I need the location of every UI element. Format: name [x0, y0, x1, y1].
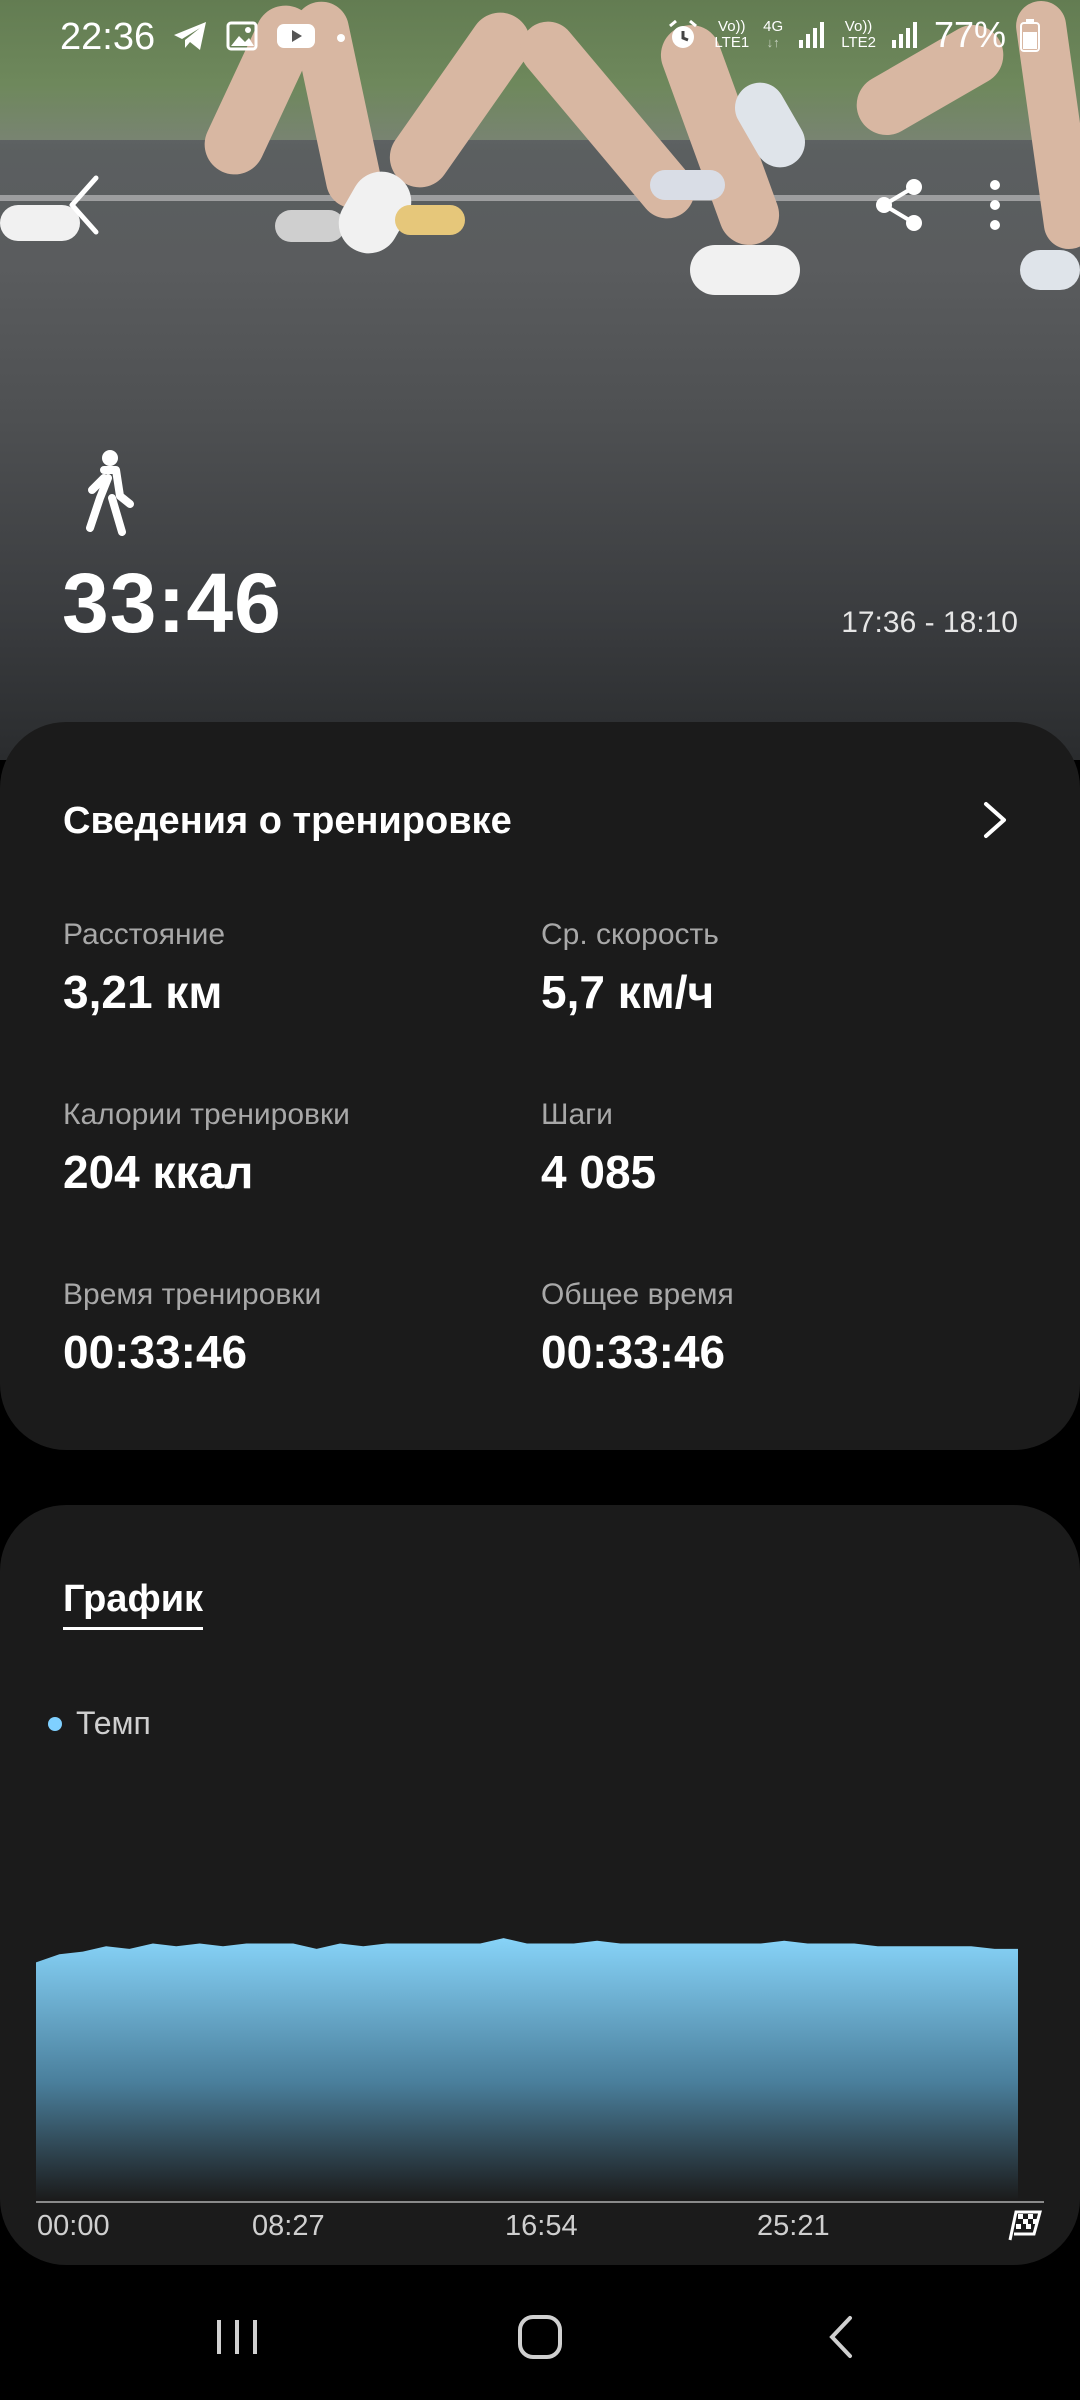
sim1-volte: Vo)): [718, 18, 746, 35]
chart-legend: Темп: [48, 1705, 151, 1742]
stat-value-distance: 3,21 км: [63, 966, 223, 1018]
status-indicators: Vo)) LTE1 4G ↓↑ Vo)) LTE2 77%: [666, 14, 1040, 56]
finish-flag-icon: [1008, 2210, 1042, 2241]
sim2-volte: Vo)): [844, 18, 873, 35]
youtube-icon: [277, 24, 315, 48]
signal-icon: [799, 22, 825, 48]
stat-value-steps: 4 085: [541, 1146, 657, 1198]
back-button[interactable]: [60, 170, 110, 240]
alarm-icon: [669, 19, 698, 48]
workout-details-title[interactable]: Сведения о тренировке: [63, 800, 512, 843]
system-navigation-bar: [0, 2272, 1080, 2400]
sim2-indicator: Vo)) LTE2: [841, 19, 876, 51]
runner-shoe: [690, 245, 800, 295]
network-type: 4G ↓↑: [763, 18, 784, 51]
stat-value-workout-time: 00:33:46: [63, 1326, 248, 1378]
chevron-right-icon[interactable]: [980, 798, 1010, 842]
chart-tab-title[interactable]: График: [63, 1578, 204, 1630]
battery-icon: [1020, 19, 1040, 52]
stat-label-steps: Шаги: [541, 1098, 613, 1131]
signal-icon: [891, 22, 917, 48]
image-icon: [226, 21, 258, 51]
stat-label-total-time: Общее время: [541, 1278, 734, 1311]
stat-label-avg-speed: Ср. скорость: [541, 918, 719, 951]
x-tick-label: 25:21: [757, 2210, 830, 2242]
stat-label-distance: Расстояние: [63, 918, 226, 951]
recent-apps-button[interactable]: [207, 2312, 267, 2362]
status-time: 22:36: [60, 16, 156, 58]
battery-percent: 77%: [933, 14, 1006, 55]
home-button[interactable]: [510, 2312, 570, 2362]
dot-icon: [337, 34, 345, 42]
notification-icons: [172, 20, 348, 52]
network-label: 4G: [763, 18, 784, 35]
runner-shoe: [1020, 250, 1080, 290]
stat-value-avg-speed: 5,7 км/ч: [541, 966, 715, 1018]
nav-back-button[interactable]: [812, 2312, 872, 2362]
runner-shoe: [650, 170, 725, 200]
stat-value-calories: 204 ккал: [63, 1146, 254, 1198]
x-tick-label: 08:27: [252, 2210, 325, 2242]
status-bar: 22:36 Vo)) LTE1 4G ↓↑ Vo)) LTE2 77%: [0, 0, 1080, 80]
runner-shoe: [395, 205, 465, 235]
workout-time-range: 17:36 - 18:10: [841, 606, 1018, 639]
x-tick-label: 16:54: [505, 2210, 578, 2242]
more-options-button[interactable]: [970, 175, 1020, 235]
telegram-icon: [174, 22, 206, 50]
pace-area-chart[interactable]: [0, 1900, 1080, 2220]
stat-label-calories: Калории тренировки: [63, 1098, 350, 1131]
sim1-indicator: Vo)) LTE1: [714, 19, 749, 51]
runner-shoe: [275, 210, 345, 242]
stat-label-workout-time: Время тренировки: [63, 1278, 322, 1311]
stat-value-total-time: 00:33:46: [541, 1326, 726, 1378]
walking-icon: [86, 450, 134, 536]
legend-label-pace: Темп: [76, 1705, 151, 1741]
pace-series-area: [36, 1938, 1018, 2200]
sim1-lte: LTE1: [714, 34, 750, 51]
legend-dot-icon: [48, 1716, 62, 1731]
x-tick-label: 00:00: [37, 2210, 110, 2242]
workout-duration: 33:46: [62, 556, 282, 650]
sim2-lte: LTE2: [841, 34, 876, 51]
share-button[interactable]: [870, 175, 930, 235]
